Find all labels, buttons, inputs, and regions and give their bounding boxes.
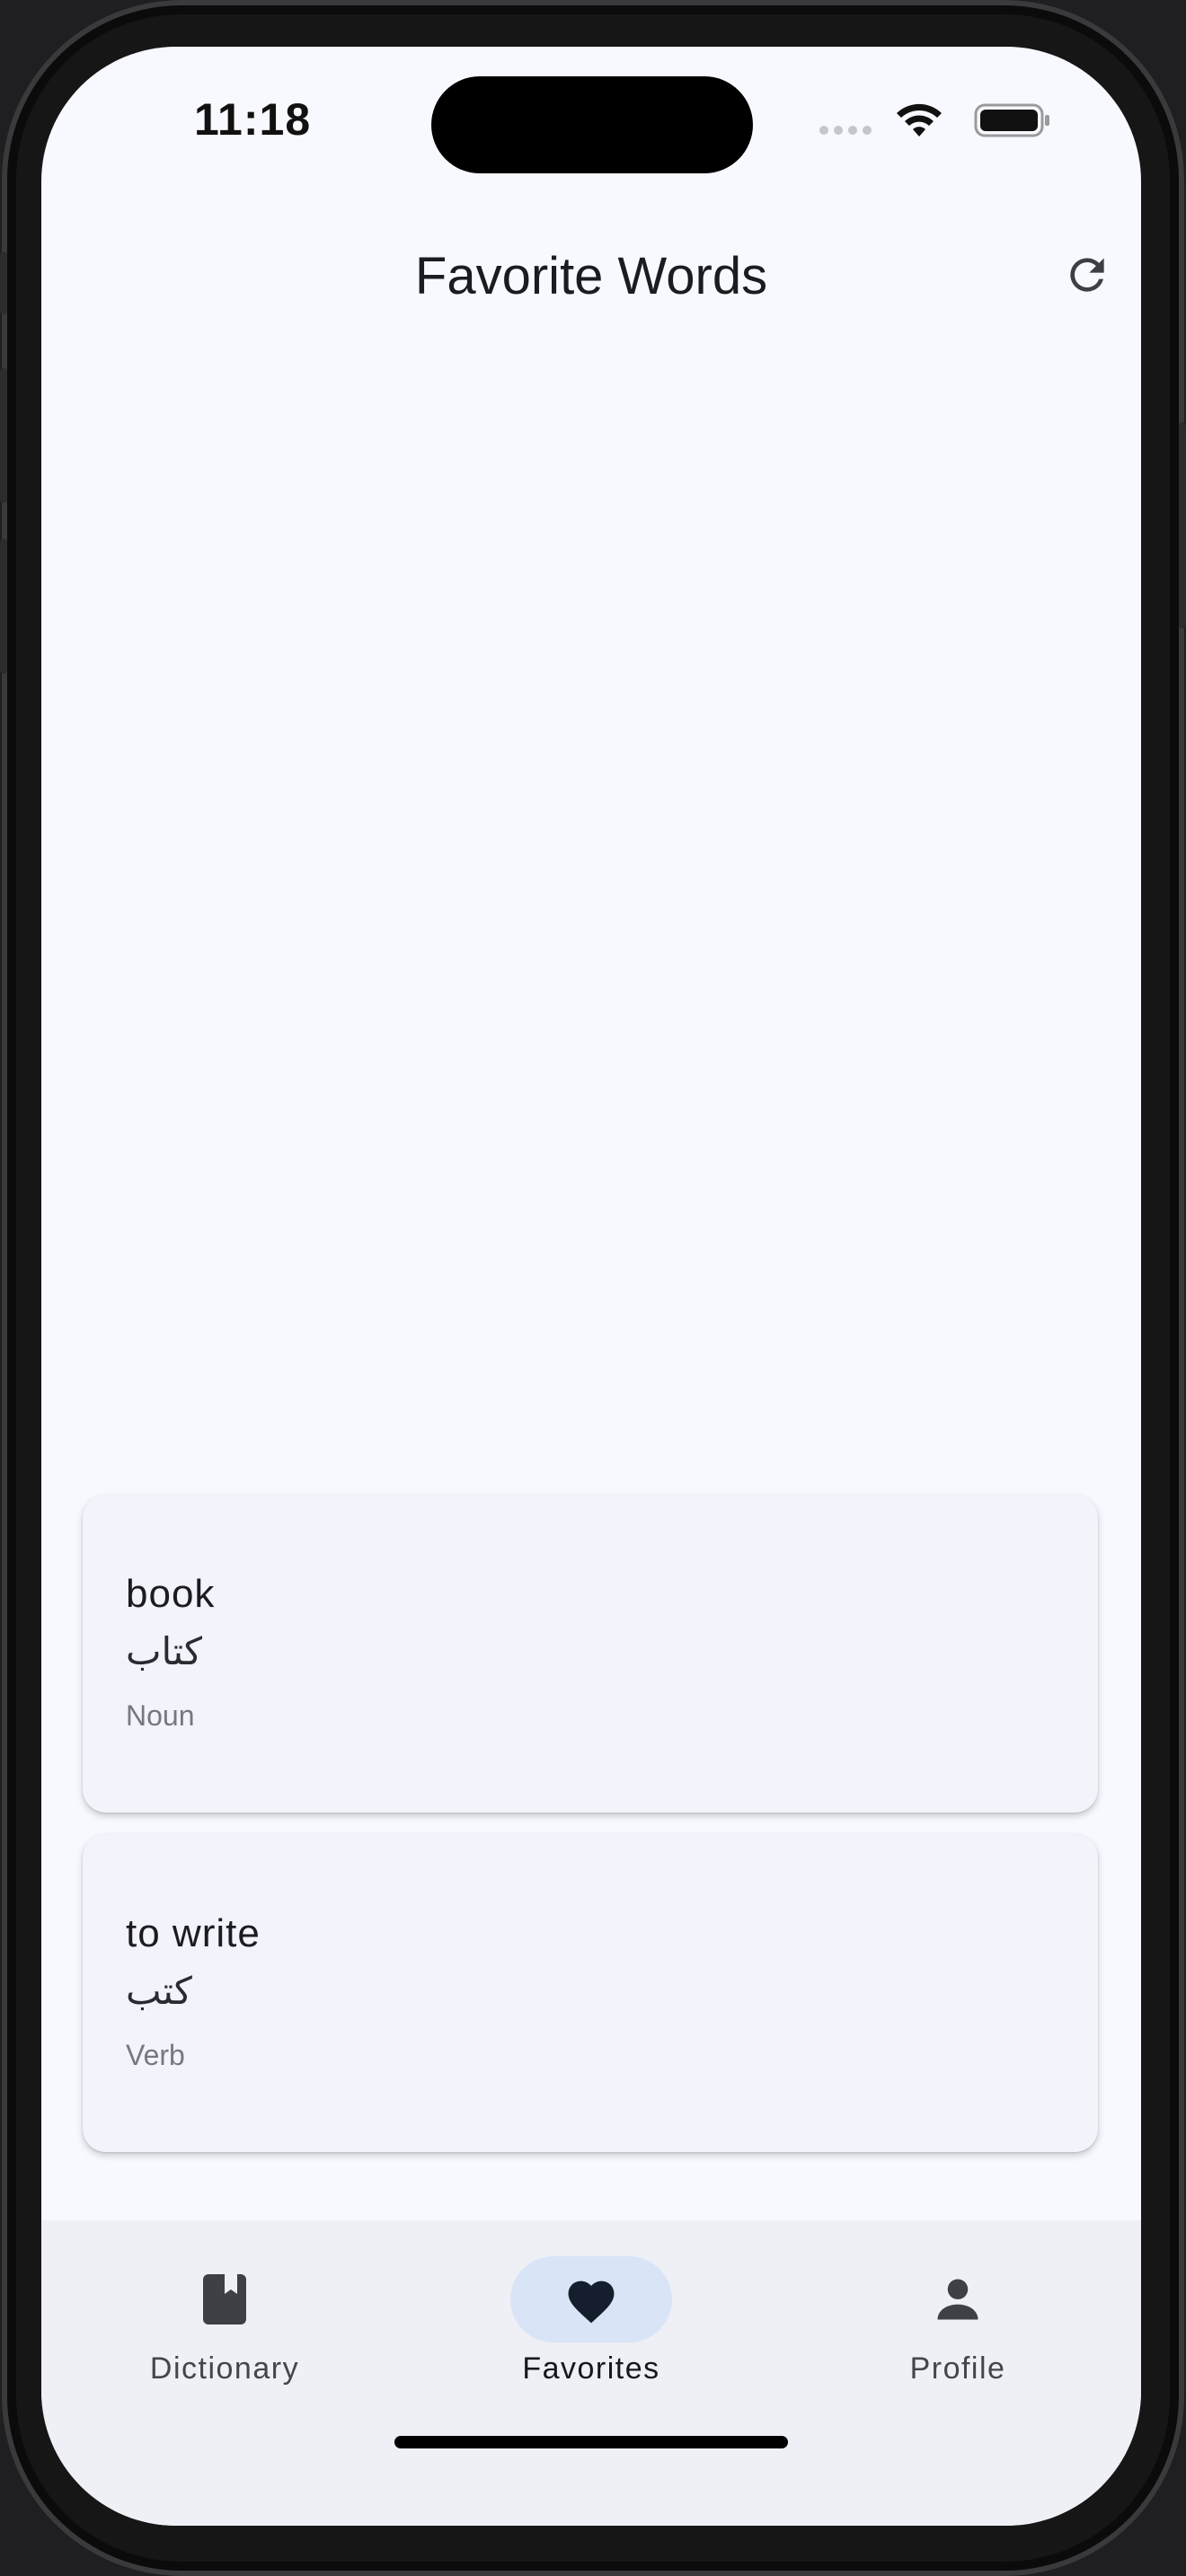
nav-label: Dictionary (149, 2351, 300, 2386)
nav-label: Profile (909, 2351, 1006, 2386)
heart-icon (568, 2280, 615, 2324)
status-time: 11:18 (194, 94, 312, 145)
volume-down-button (0, 539, 7, 674)
word-part-of-speech: Noun (126, 1699, 195, 1732)
wifi-icon (897, 103, 942, 137)
favorite-word-card[interactable]: to write كتب Verb (83, 1834, 1098, 2152)
word-translation: كتب (126, 1969, 192, 2013)
status-icons (782, 101, 1051, 137)
home-indicator[interactable] (394, 2436, 788, 2448)
word-english: to write (126, 1911, 261, 1955)
phone-screen: 11:18 Favorite Words book كتاب Noun to w… (41, 47, 1141, 2526)
nav-label: Favorites (522, 2351, 660, 2386)
nav-item-dictionary[interactable]: Dictionary (90, 2256, 359, 2418)
volume-up-button (0, 368, 7, 503)
refresh-button[interactable] (1051, 239, 1123, 311)
bottom-navigation: Dictionary Favorites Profile (41, 2220, 1141, 2526)
book-icon (203, 2274, 246, 2325)
nav-item-favorites[interactable]: Favorites (456, 2256, 726, 2418)
nav-icon-container (144, 2256, 305, 2342)
nav-icon-container (510, 2256, 672, 2342)
person-icon (937, 2279, 978, 2320)
refresh-icon (1070, 258, 1104, 292)
word-english: book (126, 1572, 216, 1616)
power-button (1179, 422, 1186, 629)
word-translation: كتاب (126, 1629, 203, 1673)
action-button (0, 251, 7, 314)
cellular-signal-icon (819, 126, 872, 135)
nav-item-profile[interactable]: Profile (823, 2256, 1093, 2418)
favorite-word-card[interactable]: book كتاب Noun (83, 1495, 1098, 1813)
page-title: Favorite Words (414, 247, 768, 305)
word-part-of-speech: Verb (126, 2039, 185, 2071)
dynamic-island (431, 76, 753, 173)
battery-icon (974, 103, 1049, 137)
nav-icon-container (877, 2256, 1039, 2342)
